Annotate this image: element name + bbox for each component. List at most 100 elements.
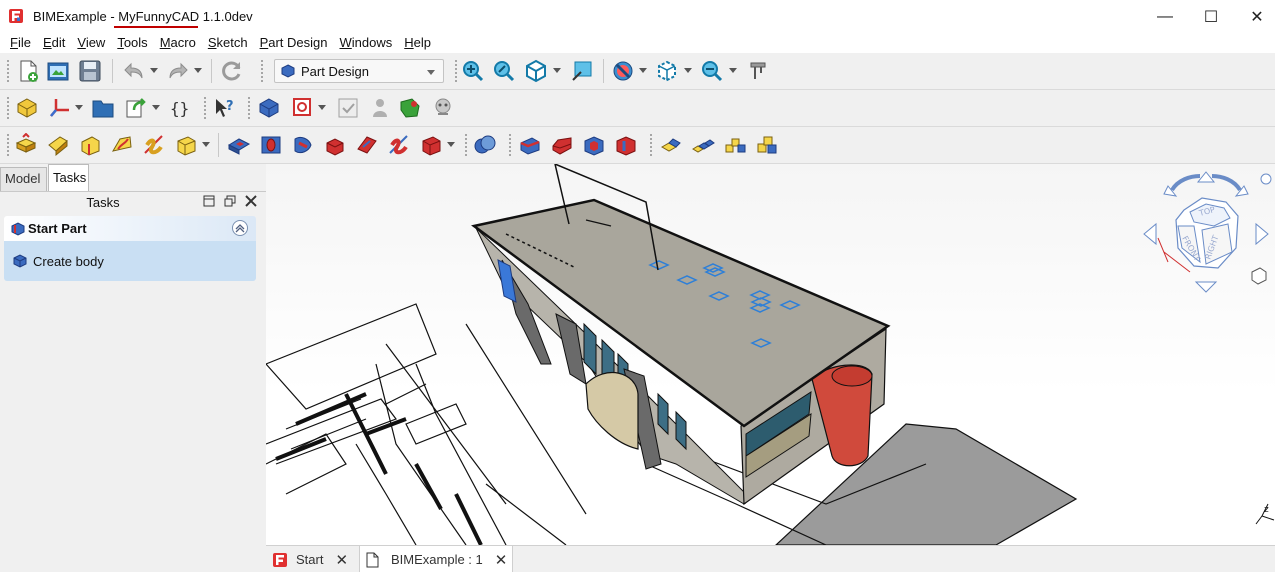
rotate-left-icon[interactable] xyxy=(1170,174,1201,192)
groove-icon[interactable] xyxy=(291,133,315,157)
hole-icon[interactable] xyxy=(259,133,283,157)
draw-style-icon[interactable] xyxy=(611,59,635,83)
subtractive-helix-icon[interactable] xyxy=(387,133,411,157)
attach-sketch-icon[interactable] xyxy=(368,96,392,120)
thickness-icon[interactable] xyxy=(614,133,638,157)
toolbar-grip[interactable] xyxy=(247,96,251,120)
refresh-icon[interactable] xyxy=(220,59,244,83)
validate-sketch-icon[interactable] xyxy=(336,96,360,120)
3d-viewport[interactable]: z TOP FRONT RIGHT xyxy=(266,164,1275,545)
collapse-chevron-icon[interactable] xyxy=(232,220,248,236)
rotate-right-icon[interactable] xyxy=(1211,174,1242,192)
bim-model-scene[interactable]: z xyxy=(266,164,1275,545)
link-dropdown-arrow[interactable] xyxy=(152,105,160,110)
pad-icon[interactable] xyxy=(14,133,38,157)
nav-menu-icon[interactable] xyxy=(1260,173,1272,185)
toolbar-grip[interactable] xyxy=(260,59,264,83)
bounding-box-dropdown-arrow[interactable] xyxy=(684,68,692,73)
menu-windows[interactable]: Windows xyxy=(334,33,399,53)
whats-this-icon[interactable]: ? xyxy=(212,96,236,120)
linear-pattern-icon[interactable] xyxy=(691,133,715,157)
link-actions-icon[interactable] xyxy=(124,96,148,120)
toolbar-grip[interactable] xyxy=(6,133,10,157)
menu-tools[interactable]: Tools xyxy=(111,33,153,53)
menu-help[interactable]: Help xyxy=(398,33,437,53)
task-box-header[interactable]: Start Part xyxy=(4,216,256,241)
create-sketch-icon[interactable] xyxy=(291,96,315,120)
panel-float-icon[interactable] xyxy=(224,195,236,210)
redo-dropdown-arrow[interactable] xyxy=(194,68,202,73)
boolean-icon[interactable] xyxy=(473,133,497,157)
subtractive-primitive-icon[interactable] xyxy=(419,133,443,157)
redo-icon[interactable] xyxy=(166,59,190,83)
new-document-icon[interactable] xyxy=(16,59,40,83)
doc-tab-bimexample[interactable]: BIMExample : 1 ✕ xyxy=(359,546,513,572)
view-isometric-icon[interactable] xyxy=(524,59,548,83)
panel-minimize-icon[interactable] xyxy=(203,195,215,210)
save-icon[interactable] xyxy=(78,59,102,83)
subtractive-primitive-dropdown-arrow[interactable] xyxy=(447,142,455,147)
nav-arrow-up-icon[interactable] xyxy=(1196,171,1216,183)
open-document-icon[interactable] xyxy=(46,59,70,83)
create-body-icon[interactable] xyxy=(257,96,281,120)
polar-pattern-icon[interactable] xyxy=(723,133,747,157)
create-part-icon[interactable] xyxy=(15,96,39,120)
toolbar-grip[interactable] xyxy=(464,133,468,157)
clone-icon[interactable] xyxy=(431,96,455,120)
nav-arrow-right-icon[interactable] xyxy=(1255,222,1269,246)
menu-sketch[interactable]: Sketch xyxy=(202,33,254,53)
additive-primitive-dropdown-arrow[interactable] xyxy=(202,142,210,147)
create-datum-icon[interactable] xyxy=(48,96,72,120)
toolbar-grip[interactable] xyxy=(454,59,458,83)
toolbar-grip[interactable] xyxy=(649,133,653,157)
nav-arrow-left-icon[interactable] xyxy=(1143,222,1157,246)
view-dropdown-arrow[interactable] xyxy=(553,68,561,73)
menu-file[interactable]: File xyxy=(4,33,37,53)
subtractive-loft-icon[interactable] xyxy=(323,133,347,157)
fit-selection-icon[interactable] xyxy=(492,59,516,83)
zoom-icon[interactable] xyxy=(700,59,724,83)
mirrored-icon[interactable] xyxy=(659,133,683,157)
pocket-icon[interactable] xyxy=(227,133,251,157)
minimize-button[interactable]: — xyxy=(1142,0,1188,33)
create-body-action[interactable]: Create body xyxy=(4,241,256,281)
variable-set-icon[interactable]: {} xyxy=(168,96,192,120)
menu-part-design[interactable]: Part Design xyxy=(254,33,334,53)
subshape-binder-icon[interactable] xyxy=(398,96,422,120)
bounding-box-icon[interactable] xyxy=(655,59,679,83)
multi-transform-icon[interactable] xyxy=(755,133,779,157)
subtractive-pipe-icon[interactable] xyxy=(355,133,379,157)
datum-dropdown-arrow[interactable] xyxy=(75,105,83,110)
toolbar-grip[interactable] xyxy=(203,96,207,120)
toolbar-grip[interactable] xyxy=(508,133,512,157)
create-group-icon[interactable] xyxy=(91,96,115,120)
measure-view-icon[interactable] xyxy=(570,59,594,83)
panel-close-icon[interactable] xyxy=(245,195,257,210)
workbench-selector[interactable]: Part Design xyxy=(274,59,444,83)
nav-arrow-down-icon[interactable] xyxy=(1194,281,1218,293)
additive-loft-icon[interactable] xyxy=(78,133,102,157)
measure-tool-icon[interactable] xyxy=(746,59,770,83)
fit-all-icon[interactable] xyxy=(461,59,485,83)
tab-tasks[interactable]: Tasks xyxy=(48,164,89,191)
additive-helix-icon[interactable] xyxy=(142,133,166,157)
toolbar-grip[interactable] xyxy=(6,59,10,83)
close-button[interactable]: ✕ xyxy=(1234,0,1275,33)
zoom-dropdown-arrow[interactable] xyxy=(729,68,737,73)
undo-icon[interactable] xyxy=(122,59,146,83)
doc-tab-start[interactable]: Start ✕ xyxy=(266,546,359,572)
navigation-cube[interactable]: TOP FRONT RIGHT xyxy=(1138,168,1274,298)
sketch-dropdown-arrow[interactable] xyxy=(318,105,326,110)
additive-primitive-icon[interactable] xyxy=(174,133,198,157)
additive-pipe-icon[interactable] xyxy=(110,133,134,157)
maximize-button[interactable]: ☐ xyxy=(1188,0,1234,33)
menu-edit[interactable]: Edit xyxy=(37,33,71,53)
tab-model[interactable]: Model xyxy=(0,167,47,191)
draw-style-dropdown-arrow[interactable] xyxy=(639,68,647,73)
close-icon[interactable]: ✕ xyxy=(495,551,508,569)
revolution-icon[interactable] xyxy=(46,133,70,157)
view-menu-cube-icon[interactable] xyxy=(1251,267,1267,285)
menu-view[interactable]: View xyxy=(71,33,111,53)
fillet-icon[interactable] xyxy=(518,133,542,157)
draft-icon[interactable] xyxy=(582,133,606,157)
